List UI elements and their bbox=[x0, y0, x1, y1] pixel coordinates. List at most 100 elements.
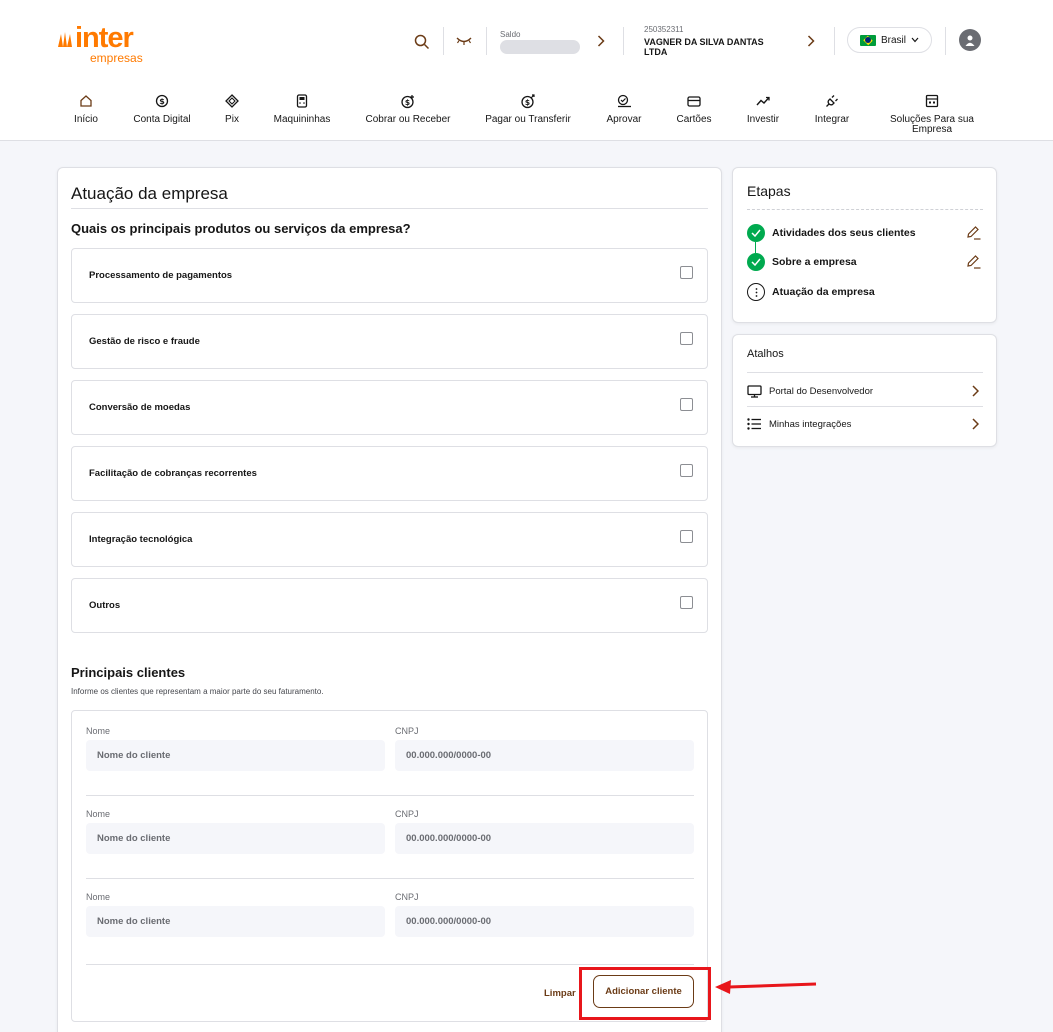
country-label: Brasil bbox=[880, 34, 906, 46]
option-label: Conversão de moedas bbox=[89, 402, 191, 413]
checkbox[interactable] bbox=[680, 266, 693, 279]
divider bbox=[834, 27, 835, 55]
store-icon bbox=[925, 93, 939, 109]
client-name-input[interactable]: Nome do cliente bbox=[86, 740, 385, 771]
option-label: Gestão de risco e fraude bbox=[89, 336, 200, 347]
checkbox[interactable] bbox=[680, 332, 693, 345]
nav-label: Soluções Para sua Empresa bbox=[890, 114, 974, 135]
nav-item-solucoes[interactable]: Soluções Para sua Empresa bbox=[882, 93, 982, 135]
pay-icon: $ bbox=[520, 93, 536, 109]
shortcut-label: Portal do Desenvolvedor bbox=[769, 385, 874, 397]
step-label: Sobre a empresa bbox=[772, 256, 857, 268]
option-gestao-risco-fraude[interactable]: Gestão de risco e fraude bbox=[71, 314, 708, 369]
client-cnpj-label: CNPJ bbox=[395, 892, 419, 902]
nav-label: Integrar bbox=[814, 114, 850, 125]
user-icon bbox=[965, 35, 975, 46]
nav-label: Início bbox=[74, 114, 98, 125]
nav-item-cartoes[interactable]: Cartões bbox=[672, 93, 716, 125]
client-cnpj-label: CNPJ bbox=[395, 726, 419, 736]
top-bar: inter empresas Saldo 250352311 VAGNER DA… bbox=[0, 0, 1053, 141]
nav-item-pagar-transferir[interactable]: $ Pagar ou Transferir bbox=[480, 93, 576, 125]
nav-label: Maquininhas bbox=[273, 114, 331, 125]
plug-icon bbox=[825, 93, 839, 109]
annotation-arrow-icon bbox=[715, 980, 817, 994]
divider bbox=[747, 406, 983, 407]
svg-text:$: $ bbox=[404, 98, 409, 107]
clear-button[interactable]: Limpar bbox=[544, 988, 576, 999]
checkbox[interactable] bbox=[680, 398, 693, 411]
client-cnpj-input[interactable]: 00.000.000/0000-00 bbox=[395, 823, 694, 854]
shortcut-portal-desenvolvedor[interactable]: Portal do Desenvolvedor bbox=[747, 381, 983, 401]
client-cnpj-input[interactable]: 00.000.000/0000-00 bbox=[395, 906, 694, 937]
highlight-box bbox=[579, 967, 711, 1020]
approve-icon bbox=[617, 93, 632, 109]
clients-title: Principais clientes bbox=[71, 665, 186, 680]
checkbox[interactable] bbox=[680, 464, 693, 477]
nav-label: Cobrar ou Receber bbox=[365, 114, 451, 125]
nav-label: Cartões bbox=[676, 114, 712, 125]
hide-eye-icon[interactable] bbox=[455, 35, 473, 47]
user-avatar[interactable] bbox=[959, 29, 981, 51]
shortcuts-title: Atalhos bbox=[747, 348, 784, 360]
nav-label: Aprovar bbox=[606, 114, 642, 125]
chevron-right-icon[interactable] bbox=[805, 34, 817, 48]
option-integracao-tecnologica[interactable]: Integração tecnológica bbox=[71, 512, 708, 567]
divider bbox=[86, 795, 694, 796]
saldo-label: Saldo bbox=[500, 30, 521, 39]
divider bbox=[71, 208, 708, 209]
logo-subtext: empresas bbox=[90, 51, 143, 65]
nav-item-cobrar-receber[interactable]: $ Cobrar ou Receber bbox=[362, 93, 454, 125]
edit-pencil-icon[interactable] bbox=[966, 226, 981, 245]
client-name-input[interactable]: Nome do cliente bbox=[86, 906, 385, 937]
svg-text:$: $ bbox=[524, 98, 529, 107]
chevron-right-icon[interactable] bbox=[595, 34, 607, 48]
country-selector[interactable]: Brasil bbox=[847, 27, 932, 53]
shortcuts-card: Atalhos Portal do Desenvolvedor Minhas i… bbox=[732, 334, 997, 447]
step-sobre-empresa: Sobre a empresa bbox=[747, 253, 857, 271]
card-icon bbox=[687, 93, 701, 109]
step-connector bbox=[755, 242, 756, 253]
option-label: Facilitação de cobranças recorrentes bbox=[89, 468, 257, 479]
steps-card: Etapas Atividades dos seus clientes Sobr… bbox=[732, 167, 997, 323]
divider bbox=[486, 27, 487, 55]
more-vertical-icon bbox=[747, 283, 765, 301]
nav-item-conta-digital[interactable]: $ Conta Digital bbox=[126, 93, 198, 125]
option-label: Processamento de pagamentos bbox=[89, 270, 233, 281]
products-question: Quais os principais produtos ou serviços… bbox=[71, 221, 411, 236]
divider bbox=[747, 372, 983, 373]
divider bbox=[747, 209, 983, 210]
nav-item-inicio[interactable]: Início bbox=[66, 93, 106, 125]
client-name-input[interactable]: Nome do cliente bbox=[86, 823, 385, 854]
option-conversao-moedas[interactable]: Conversão de moedas bbox=[71, 380, 708, 435]
nav-item-pix[interactable]: Pix bbox=[218, 93, 246, 125]
client-cnpj-input[interactable]: 00.000.000/0000-00 bbox=[395, 740, 694, 771]
nav-label: Pix bbox=[225, 114, 239, 125]
monitor-icon bbox=[747, 384, 763, 398]
nav-item-investir[interactable]: Investir bbox=[742, 93, 784, 125]
option-label: Outros bbox=[89, 600, 121, 611]
account-name[interactable]: VAGNER DA SILVA DANTAS LTDA bbox=[644, 37, 784, 57]
option-cobrancas-recorrentes[interactable]: Facilitação de cobranças recorrentes bbox=[71, 446, 708, 501]
checkbox[interactable] bbox=[680, 596, 693, 609]
checkbox[interactable] bbox=[680, 530, 693, 543]
pix-icon bbox=[225, 93, 239, 109]
clients-hint: Informe os clientes que representam a ma… bbox=[71, 687, 324, 696]
nav-item-integrar[interactable]: Integrar bbox=[810, 93, 854, 125]
steps-title: Etapas bbox=[747, 183, 791, 199]
edit-pencil-icon[interactable] bbox=[966, 255, 981, 274]
inter-logo[interactable]: inter empresas bbox=[57, 24, 149, 65]
nav-item-aprovar[interactable]: Aprovar bbox=[602, 93, 646, 125]
svg-text:$: $ bbox=[159, 97, 165, 106]
divider bbox=[86, 964, 694, 965]
shortcut-minhas-integracoes[interactable]: Minhas integrações bbox=[747, 414, 983, 434]
client-name-label: Nome bbox=[86, 726, 111, 736]
nav-item-maquininhas[interactable]: Maquininhas bbox=[270, 93, 334, 125]
divider bbox=[443, 27, 444, 55]
shortcut-label: Minhas integrações bbox=[769, 418, 852, 430]
saldo-hidden-value bbox=[500, 40, 580, 54]
option-processamento-pagamentos[interactable]: Processamento de pagamentos bbox=[71, 248, 708, 303]
search-icon[interactable] bbox=[413, 33, 431, 51]
client-cnpj-label: CNPJ bbox=[395, 809, 419, 819]
option-outros[interactable]: Outros bbox=[71, 578, 708, 633]
check-icon bbox=[747, 224, 765, 242]
